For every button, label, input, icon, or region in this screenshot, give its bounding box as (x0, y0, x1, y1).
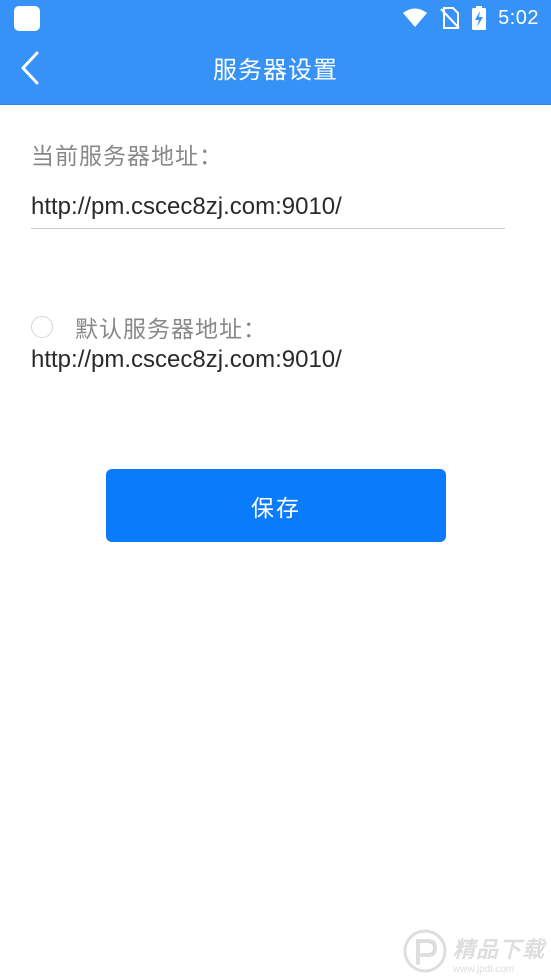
watermark-url: www.jpdl.com (452, 963, 515, 975)
current-server-label: 当前服务器地址： (31, 144, 223, 170)
battery-charging-icon (472, 6, 487, 30)
status-icons: 5:02 (402, 5, 539, 31)
watermark: 精品下载 www.jpdl.com (403, 929, 545, 977)
status-bar: 5:02 (0, 0, 551, 36)
no-sim-icon (440, 7, 460, 29)
default-server-radio[interactable] (31, 316, 53, 338)
back-button[interactable] (8, 48, 52, 92)
server-settings-screen: 5:02 服务器设置 当前服务器地址： 默认服务器地址： http://pm.c… (0, 0, 551, 979)
server-address-input[interactable] (31, 186, 505, 229)
watermark-title: 精品下载 (452, 937, 545, 963)
save-button[interactable]: 保存 (106, 469, 446, 542)
chevron-left-icon (19, 51, 41, 89)
title-bar: 服务器设置 (0, 36, 551, 105)
default-server-option[interactable]: 默认服务器地址： (31, 310, 267, 344)
wifi-icon (402, 8, 428, 28)
status-time: 5:02 (498, 6, 539, 29)
default-server-url: http://pm.cscec8zj.com:9010/ (31, 346, 342, 373)
app-icon (14, 6, 40, 31)
watermark-logo-icon (403, 929, 447, 977)
page-title: 服务器设置 (213, 56, 338, 84)
default-server-label: 默认服务器地址： (75, 317, 267, 343)
